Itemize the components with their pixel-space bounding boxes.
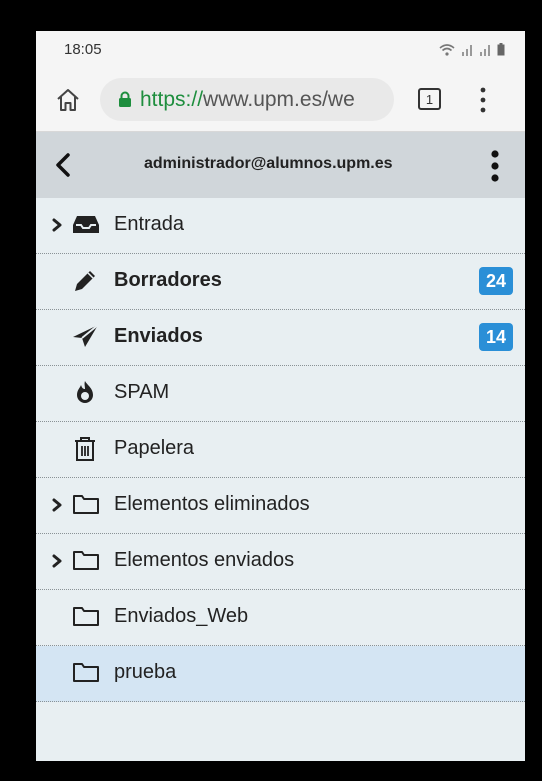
header-menu-icon[interactable] xyxy=(488,149,502,183)
folder-label: Entrada xyxy=(114,213,185,235)
folder-label: SPAM xyxy=(114,381,170,403)
folder-elementos-eliminados[interactable]: Elementos eliminados xyxy=(36,478,525,534)
webmail-header: administrador@alumnos.upm.es xyxy=(36,132,525,198)
browser-toolbar: https://www.upm.es/we 1 xyxy=(36,71,525,132)
phone-screen: 18:05 https://www.upm.es/we 1 administra… xyxy=(36,31,525,761)
folder-elementos-enviados[interactable]: Elementos enviados xyxy=(36,534,525,590)
account-email: administrador@alumnos.upm.es xyxy=(144,155,393,172)
pencil-icon xyxy=(72,268,98,292)
expand-chevron-icon[interactable] xyxy=(52,498,62,512)
folder-borradores[interactable]: Borradores 24 xyxy=(36,254,525,310)
address-bar[interactable]: https://www.upm.es/we xyxy=(100,78,394,121)
expand-chevron-icon[interactable] xyxy=(52,218,62,232)
url-text: https://www.upm.es/we xyxy=(140,88,355,112)
unread-count-badge: 24 xyxy=(479,267,513,295)
back-arrow-icon[interactable] xyxy=(54,152,72,178)
status-bar: 18:05 xyxy=(36,31,525,71)
lock-icon xyxy=(118,91,132,108)
unread-count-badge: 14 xyxy=(479,323,513,351)
folder-label: Borradores xyxy=(114,269,222,291)
inbox-icon xyxy=(72,212,99,236)
url-scheme: https:// xyxy=(140,87,204,111)
battery-icon xyxy=(497,43,505,61)
tab-switcher-button[interactable]: 1 xyxy=(418,88,441,110)
folder-label: Papelera xyxy=(114,437,195,459)
folder-icon xyxy=(72,604,99,628)
fire-icon xyxy=(72,380,98,404)
browser-menu-icon[interactable] xyxy=(476,85,490,115)
status-icons xyxy=(439,43,505,61)
status-time: 18:05 xyxy=(64,41,102,58)
folder-entrada[interactable]: Entrada xyxy=(36,198,525,254)
signal-icon-2 xyxy=(479,43,491,61)
folder-icon xyxy=(72,492,99,516)
paper-plane-icon xyxy=(72,324,99,348)
folder-label: Elementos eliminados xyxy=(114,493,310,515)
signal-icon xyxy=(461,43,473,61)
wifi-icon xyxy=(439,43,455,61)
folder-icon xyxy=(72,660,99,684)
folder-enviados[interactable]: Enviados 14 xyxy=(36,310,525,366)
folder-list: Entrada Borradores 24 Enviados 14 SPAM P… xyxy=(36,198,525,702)
folder-icon xyxy=(72,548,99,572)
trash-icon xyxy=(72,436,98,461)
home-icon[interactable] xyxy=(54,86,82,114)
folder-label: Elementos enviados xyxy=(114,549,295,571)
url-host: www.upm.es/we xyxy=(203,87,355,111)
folder-label: prueba xyxy=(114,661,177,683)
folder-papelera[interactable]: Papelera xyxy=(36,422,525,478)
folder-enviados-web[interactable]: Enviados_Web xyxy=(36,590,525,646)
folder-prueba[interactable]: prueba xyxy=(36,646,525,702)
folder-label: Enviados xyxy=(114,325,203,347)
folder-spam[interactable]: SPAM xyxy=(36,366,525,422)
folder-label: Enviados_Web xyxy=(114,605,249,627)
expand-chevron-icon[interactable] xyxy=(52,554,62,568)
